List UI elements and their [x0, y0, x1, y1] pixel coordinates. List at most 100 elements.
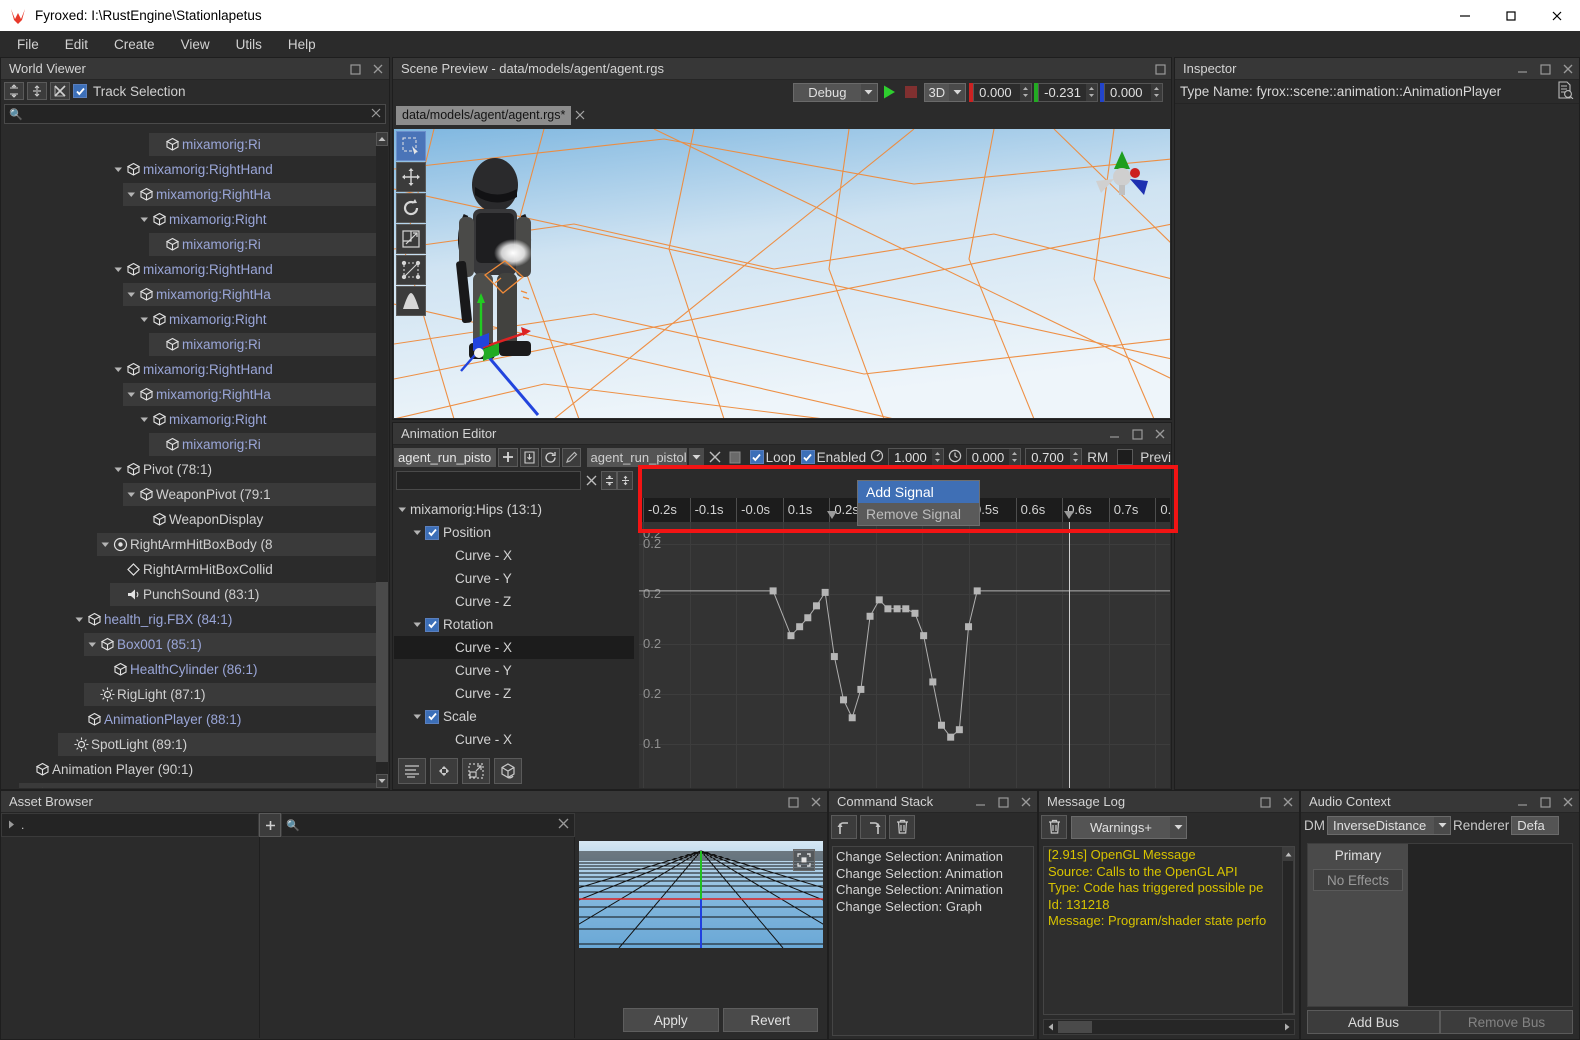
scroll-right-icon[interactable] [1280, 1020, 1294, 1034]
tree-item[interactable]: mixamorig:Right [2, 207, 376, 232]
fit-preview-icon[interactable] [793, 849, 815, 871]
maximize-icon[interactable] [786, 795, 800, 809]
animation-track-row[interactable]: Curve - X [394, 636, 634, 659]
zoom-to-fit-icon[interactable] [462, 757, 490, 784]
asset-search-input[interactable]: 🔍 [281, 813, 575, 837]
select-tool-icon[interactable] [396, 131, 426, 161]
remove-animation-icon[interactable] [706, 448, 725, 467]
expand-arrow-icon[interactable] [114, 265, 124, 275]
tree-item[interactable]: mixamorig:RightHa [2, 382, 376, 407]
reimport-animation-button[interactable] [540, 447, 560, 467]
command-stack-item[interactable]: Change Selection: Animation [836, 866, 1030, 883]
track-search-input[interactable] [396, 470, 581, 490]
animation-selector-value[interactable]: agent_run_pistol [586, 447, 687, 467]
tree-item[interactable]: mixamorig:Ri [2, 332, 376, 357]
preview-model-icon[interactable] [494, 757, 522, 784]
revert-button[interactable]: Revert [722, 1008, 818, 1032]
scroll-thumb[interactable] [376, 582, 388, 762]
apply-button[interactable]: Apply [623, 1008, 719, 1032]
close-icon[interactable] [371, 62, 385, 76]
clear-command-stack-button[interactable] [889, 815, 915, 839]
tree-item[interactable]: mixamorig:Ri [2, 132, 376, 157]
track-enabled-checkbox[interactable] [425, 525, 439, 540]
expand-arrow-icon[interactable] [114, 465, 124, 475]
rotate-tool-icon[interactable] [396, 193, 426, 223]
command-stack-item[interactable]: Change Selection: Graph [836, 899, 1030, 916]
remove-bus-button[interactable]: Remove Bus [1440, 1010, 1573, 1034]
redo-button[interactable] [860, 815, 886, 839]
import-animation-button[interactable] [519, 447, 539, 467]
log-vscrollbar[interactable] [1282, 847, 1294, 1014]
menu-file[interactable]: File [4, 34, 52, 55]
expand-arrow-icon[interactable] [127, 490, 137, 500]
menu-view[interactable]: View [168, 34, 223, 55]
preview-viewport[interactable] [579, 841, 823, 948]
expand-arrow-icon[interactable] [140, 215, 150, 225]
track-enabled-checkbox[interactable] [425, 617, 439, 632]
tree-item[interactable]: Animation Player (90:1) [2, 757, 376, 782]
world-viewer-search[interactable]: 🔍 [4, 104, 386, 124]
expand-arrow-icon[interactable] [413, 620, 423, 630]
command-stack-item[interactable]: Change Selection: Animation [836, 849, 1030, 866]
signal-context-menu[interactable]: Add Signal Remove Signal [857, 480, 980, 526]
speed-field[interactable]: 1.000 [888, 447, 944, 467]
tree-item[interactable]: mixamorig:Ri [2, 232, 376, 257]
close-icon[interactable] [1153, 427, 1167, 441]
animation-track-row[interactable]: Curve - Z [394, 682, 634, 705]
close-icon[interactable] [1561, 62, 1575, 76]
animation-track-row[interactable]: Curve - Y [394, 659, 634, 682]
coord-y-field[interactable]: -0.231 [1038, 82, 1098, 102]
renderer-dropdown[interactable]: Defa [1511, 815, 1560, 835]
expand-arrow-icon[interactable] [413, 712, 423, 722]
animation-track-row[interactable]: Curve - X [394, 544, 634, 567]
track-enabled-checkbox[interactable] [425, 709, 439, 724]
asset-folder-tree[interactable] [2, 837, 260, 1038]
expand-arrow-icon[interactable] [398, 505, 408, 515]
tree-item[interactable]: SpotLight (89:1) [2, 732, 376, 757]
menu-help[interactable]: Help [275, 34, 329, 55]
animation-track-row[interactable]: Position [394, 521, 634, 544]
log-hscrollbar[interactable] [1043, 1019, 1295, 1035]
maximize-icon[interactable] [1258, 795, 1272, 809]
fit-curve-icon[interactable] [430, 757, 458, 784]
tree-item[interactable]: health_rig.FBX (84:1) [2, 607, 376, 632]
chevron-right-icon[interactable] [8, 818, 15, 832]
expand-arrow-icon[interactable] [114, 165, 124, 175]
tree-item[interactable]: Box001 (85:1) [2, 632, 376, 657]
log-filter-dropdown[interactable]: Warnings+ [1071, 815, 1187, 839]
tree-item[interactable]: mixamorig:Right [2, 407, 376, 432]
spinner-icon[interactable] [1009, 448, 1021, 466]
debug-mode-dropdown[interactable]: Debug [793, 82, 878, 102]
spinner-icon[interactable] [1020, 83, 1032, 101]
maximize-icon[interactable] [1153, 62, 1167, 76]
animation-name-field[interactable]: agent_run_pisto [394, 447, 497, 467]
expand-arrow-icon[interactable] [88, 640, 98, 650]
world-viewer-scrollbar[interactable] [376, 132, 388, 788]
maximize-button[interactable] [1488, 0, 1534, 31]
minimize-button[interactable] [1442, 0, 1488, 31]
animation-track-row[interactable]: Curve - X [394, 728, 634, 751]
asset-preview[interactable]: Apply Revert [574, 837, 826, 1038]
animation-track-list[interactable]: mixamorig:Hips (13:1) Position Curve - X Cu… [394, 498, 634, 753]
menu-edit[interactable]: Edit [52, 34, 101, 55]
close-icon[interactable] [1019, 795, 1033, 809]
minimize-icon[interactable] [973, 795, 987, 809]
tree-item[interactable]: mixamorig:Ri [2, 432, 376, 457]
asset-root-row[interactable]: . [1, 813, 259, 837]
enabled-checkbox[interactable] [800, 450, 815, 464]
clear-log-button[interactable] [1041, 815, 1067, 839]
expand-arrow-icon[interactable] [75, 615, 85, 625]
menu-utils[interactable]: Utils [223, 34, 275, 55]
scroll-up-icon[interactable] [376, 132, 388, 146]
tree-item[interactable]: Pivot (78:1) [2, 457, 376, 482]
animation-track-row[interactable]: Curve - Z [394, 590, 634, 613]
maximize-icon[interactable] [1538, 62, 1552, 76]
maximize-icon[interactable] [348, 62, 362, 76]
animation-track-row[interactable]: Rotation [394, 613, 634, 636]
spinner-icon[interactable] [931, 448, 943, 466]
tree-item[interactable]: mixamorig:RightHand [2, 357, 376, 382]
scene-tree[interactable]: mixamorig:Ri mixamorig:RightHand mixamorig… [2, 132, 376, 788]
close-icon[interactable] [1561, 795, 1575, 809]
bus-graph-area[interactable] [1408, 844, 1572, 1006]
expand-arrow-icon[interactable] [101, 540, 111, 550]
